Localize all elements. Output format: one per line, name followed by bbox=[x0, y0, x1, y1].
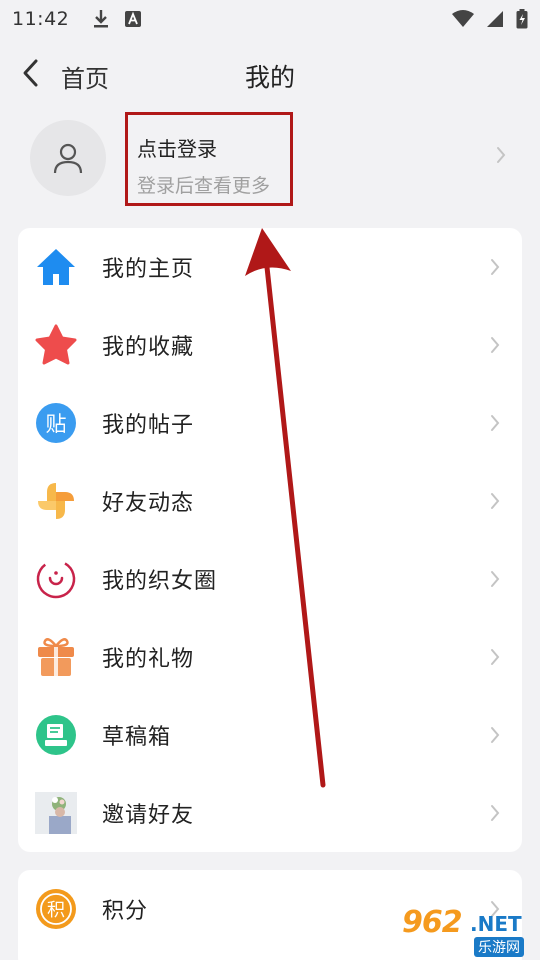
battery-charging-icon bbox=[516, 9, 528, 29]
points-icon: 积 bbox=[34, 887, 78, 931]
chevron-right-icon bbox=[491, 415, 500, 431]
chevron-right-icon bbox=[491, 571, 500, 587]
menu-item-label: 我的帖子 bbox=[102, 413, 195, 438]
menu-item-label: 我的礼物 bbox=[102, 647, 195, 672]
drafts-icon bbox=[34, 713, 78, 757]
signal-icon bbox=[486, 10, 504, 28]
chevron-right-icon bbox=[491, 493, 500, 509]
post-icon: 贴 bbox=[34, 401, 78, 445]
menu-item-drafts[interactable]: 草稿箱 bbox=[18, 696, 522, 774]
circle-icon bbox=[34, 557, 78, 601]
watermark-site: 乐游网 bbox=[474, 937, 524, 957]
watermark-number: 962 bbox=[402, 905, 463, 940]
wifi-icon bbox=[452, 10, 474, 28]
a-notification-icon bbox=[125, 11, 142, 27]
menu-item-friend-feed[interactable]: 好友动态 bbox=[18, 462, 522, 540]
star-icon bbox=[34, 323, 78, 367]
login-prompt[interactable]: 点击登录 登录后查看更多 bbox=[125, 112, 293, 206]
svg-text:贴: 贴 bbox=[46, 412, 67, 436]
chevron-right-icon bbox=[491, 337, 500, 353]
menu-item-label: 我的织女圈 bbox=[102, 569, 218, 594]
page-title: 我的 bbox=[244, 63, 295, 92]
menu-card: 我的主页 我的收藏 贴 我的帖子 好友动态 我的织女圈 我的礼物 草稿箱 邀请好… bbox=[18, 228, 522, 852]
menu-item-favorites[interactable]: 我的收藏 bbox=[18, 306, 522, 384]
invite-photo-icon bbox=[34, 791, 78, 835]
download-icon bbox=[93, 9, 109, 29]
avatar[interactable] bbox=[30, 120, 106, 196]
chevron-right-icon bbox=[497, 147, 506, 163]
gift-icon bbox=[34, 635, 78, 679]
home-icon bbox=[34, 245, 78, 289]
profile-header[interactable]: 点击登录 登录后查看更多 bbox=[0, 106, 540, 210]
menu-item-label: 我的收藏 bbox=[102, 335, 195, 360]
pinwheel-icon bbox=[34, 479, 78, 523]
login-title[interactable]: 点击登录 bbox=[137, 133, 217, 162]
status-bar: 11:42 bbox=[0, 0, 540, 38]
watermark-domain: .NET bbox=[470, 912, 522, 936]
menu-item-label: 好友动态 bbox=[102, 491, 195, 516]
site-watermark: 962 .NET 乐游网 bbox=[400, 905, 535, 957]
menu-item-label: 邀请好友 bbox=[102, 803, 195, 828]
menu-item-label: 草稿箱 bbox=[102, 725, 172, 750]
menu-item-posts[interactable]: 贴 我的帖子 bbox=[18, 384, 522, 462]
chevron-right-icon bbox=[491, 259, 500, 275]
menu-item-label: 我的主页 bbox=[102, 257, 195, 282]
menu-item-homepage[interactable]: 我的主页 bbox=[18, 228, 522, 306]
menu-item-label: 积分 bbox=[102, 899, 149, 924]
chevron-right-icon bbox=[491, 727, 500, 743]
user-icon bbox=[53, 143, 83, 174]
svg-text:积: 积 bbox=[47, 900, 65, 921]
status-time: 11:42 bbox=[12, 8, 70, 30]
menu-item-invite[interactable]: 邀请好友 bbox=[18, 774, 522, 852]
nav-bar: 首页 我的 bbox=[0, 50, 540, 96]
chevron-right-icon bbox=[491, 649, 500, 665]
menu-item-gifts[interactable]: 我的礼物 bbox=[18, 618, 522, 696]
chevron-right-icon bbox=[491, 805, 500, 821]
menu-item-weaver-circle[interactable]: 我的织女圈 bbox=[18, 540, 522, 618]
login-subtitle: 登录后查看更多 bbox=[137, 175, 271, 197]
